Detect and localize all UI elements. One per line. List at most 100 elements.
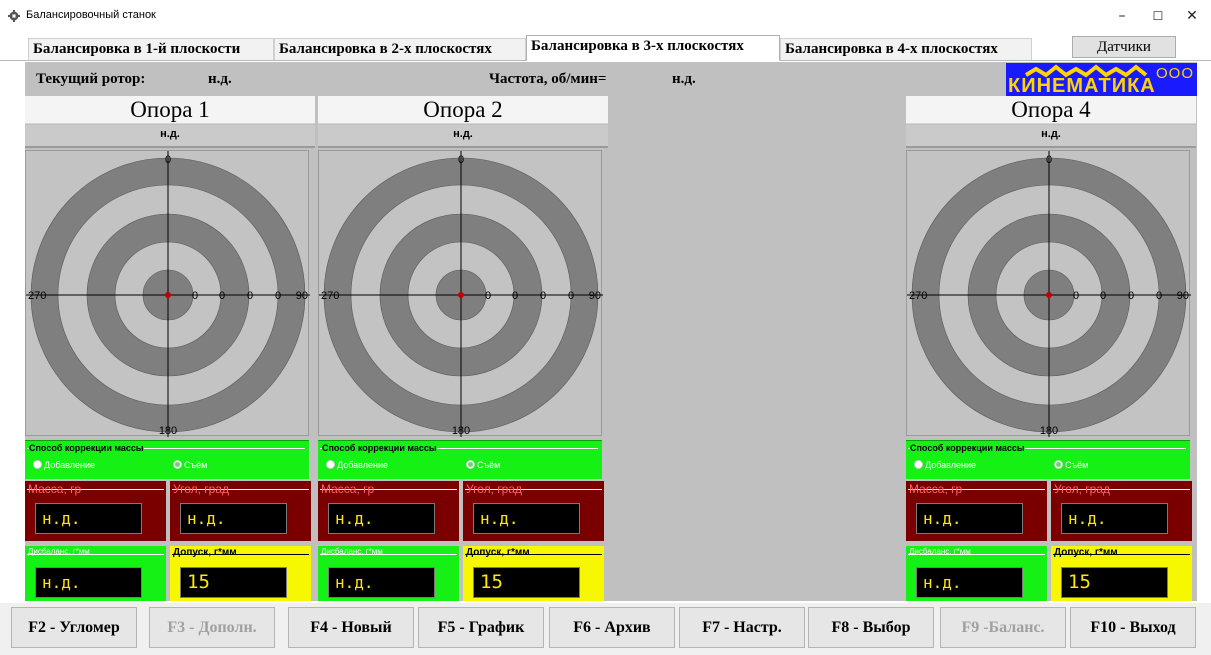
mass-box: Масса, гр н.д. <box>318 481 459 541</box>
imbalance-box: Дисбаланс, г*мм н.д. <box>906 546 1047 601</box>
correction-method-group: Способ коррекции массы Добавление Съём <box>318 440 602 479</box>
f3-additional-button[interactable]: F3 - Дополн. <box>149 607 275 648</box>
imbalance-value: н.д. <box>328 567 435 598</box>
close-icon[interactable]: ✕ <box>1174 4 1210 28</box>
f8-select-button[interactable]: F8 - Выбор <box>808 607 934 648</box>
ring-scale-label-3: 0 <box>1128 290 1134 302</box>
radio-remove-dot-icon[interactable] <box>466 460 475 469</box>
radio-add-label: Добавление <box>337 460 388 470</box>
ring-scale-label-3: 0 <box>540 290 546 302</box>
radio-add-dot-icon[interactable] <box>914 460 923 469</box>
mass-value: н.д. <box>35 503 142 534</box>
f5-graph-button[interactable]: F5 - График <box>418 607 544 648</box>
radio-add[interactable]: Добавление <box>326 460 388 470</box>
frequency-value: н.д. <box>672 71 696 87</box>
support-panel-2: Опора 2 н.д. 0 180 270 90 0 0 0 0 Способ коррек… <box>318 96 608 601</box>
radio-remove-label: Съём <box>1065 460 1089 470</box>
f6-archive-button[interactable]: F6 - Архив <box>549 607 675 648</box>
angle-label-0: 0 <box>458 154 464 166</box>
angle-label-0: 0 <box>165 154 171 166</box>
ring-scale-label-4: 0 <box>1156 290 1162 302</box>
angle-label: Угол, град <box>1054 482 1111 496</box>
mass-label: Масса, гр <box>321 482 375 496</box>
tab-3-planes[interactable]: Балансировка в 3-х плоскостях <box>526 35 780 61</box>
f9-balance-button[interactable]: F9 -Баланс. <box>940 607 1066 648</box>
mass-label: Масса, гр <box>28 482 82 496</box>
angle-label-270: 270 <box>28 290 46 302</box>
radio-remove-dot-icon[interactable] <box>173 460 182 469</box>
rotor-value: н.д. <box>208 71 232 87</box>
ring-scale-label-4: 0 <box>568 290 574 302</box>
function-key-bar: F2 - Угломер F3 - Дополн. F4 - Новый F5 … <box>0 603 1211 655</box>
tab-4-planes[interactable]: Балансировка в 4-х плоскостях <box>780 38 1032 60</box>
f10-exit-button[interactable]: F10 - Выход <box>1070 607 1196 648</box>
angle-label-90: 90 <box>1177 290 1189 302</box>
minimize-icon[interactable]: – <box>1104 4 1140 28</box>
correction-method-title: Способ коррекции массы <box>910 443 1025 453</box>
radio-remove[interactable]: Съём <box>1054 460 1088 470</box>
mass-label: Масса, гр <box>909 482 963 496</box>
angle-label-180: 180 <box>452 425 470 437</box>
ring-scale-label-2: 0 <box>219 290 225 302</box>
angle-label-90: 90 <box>589 290 601 302</box>
ring-scale-label-3: 0 <box>247 290 253 302</box>
tab-2-planes[interactable]: Балансировка в 2-х плоскостях <box>274 38 526 60</box>
ring-scale-label-1: 0 <box>192 290 198 302</box>
maximize-icon[interactable]: ☐ <box>1140 4 1176 28</box>
imbalance-label: Дисбаланс, г*мм <box>321 547 383 556</box>
angle-label-90: 90 <box>296 290 308 302</box>
center-dot-icon <box>458 292 464 298</box>
radio-remove-label: Съём <box>477 460 501 470</box>
tolerance-box: Допуск, г*мм 15 <box>170 546 311 601</box>
support-status: н.д. <box>318 125 608 148</box>
tab-strip: Балансировка в 1-й плоскости Балансировк… <box>0 33 1211 61</box>
kinematika-logo: КИНЕМАТИКА ООО <box>1006 63 1197 96</box>
radio-remove[interactable]: Съём <box>173 460 207 470</box>
f7-settings-button[interactable]: F7 - Настр. <box>679 607 805 648</box>
correction-method-title: Способ коррекции массы <box>29 443 144 453</box>
f4-new-button[interactable]: F4 - Новый <box>288 607 414 648</box>
angle-label-270: 270 <box>909 290 927 302</box>
mass-box: Масса, гр н.д. <box>906 481 1047 541</box>
sensors-button[interactable]: Датчики <box>1072 36 1176 58</box>
angle-label: Угол, град <box>173 482 230 496</box>
radio-add-dot-icon[interactable] <box>33 460 42 469</box>
tolerance-box: Допуск, г*мм 15 <box>463 546 604 601</box>
tolerance-label: Допуск, г*мм <box>173 547 237 558</box>
imbalance-box: Дисбаланс, г*мм н.д. <box>318 546 459 601</box>
center-dot-icon <box>165 292 171 298</box>
support-title: Опора 1 <box>25 96 315 124</box>
radio-add[interactable]: Добавление <box>914 460 976 470</box>
radio-remove-dot-icon[interactable] <box>1054 460 1063 469</box>
support-panel-4: Опора 4 н.д. 0 180 270 90 0 0 0 0 Способ коррек… <box>906 96 1196 601</box>
mass-box: Масса, гр н.д. <box>25 481 166 541</box>
radio-remove-label: Съём <box>184 460 208 470</box>
radio-add-label: Добавление <box>925 460 976 470</box>
rotor-label: Текущий ротор: <box>36 71 146 87</box>
angle-box: Угол, град н.д. <box>170 481 311 541</box>
radio-add[interactable]: Добавление <box>33 460 95 470</box>
imbalance-label: Дисбаланс, г*мм <box>28 547 90 556</box>
correction-method-group: Способ коррекции массы Добавление Съём <box>906 440 1190 479</box>
logo-ooo: ООО <box>1156 65 1195 82</box>
support-title: Опора 4 <box>906 96 1196 124</box>
ring-scale-label-2: 0 <box>1100 290 1106 302</box>
tolerance-input[interactable]: 15 <box>180 567 287 598</box>
gear-app-icon <box>8 10 20 22</box>
window-title: Балансировочный станок <box>26 9 156 21</box>
tolerance-input[interactable]: 15 <box>473 567 580 598</box>
polar-target-svg: 0 180 270 90 0 0 0 0 <box>319 151 603 437</box>
angle-value: н.д. <box>180 503 287 534</box>
radio-remove[interactable]: Съём <box>466 460 500 470</box>
tab-1-plane[interactable]: Балансировка в 1-й плоскости <box>28 38 274 60</box>
mass-value: н.д. <box>916 503 1023 534</box>
radio-add-dot-icon[interactable] <box>326 460 335 469</box>
angle-label-270: 270 <box>321 290 339 302</box>
imbalance-value: н.д. <box>35 567 142 598</box>
f2-goniometer-button[interactable]: F2 - Угломер <box>11 607 137 648</box>
correction-method-title: Способ коррекции массы <box>322 443 437 453</box>
mass-value: н.д. <box>328 503 435 534</box>
tolerance-input[interactable]: 15 <box>1061 567 1168 598</box>
imbalance-box: Дисбаланс, г*мм н.д. <box>25 546 166 601</box>
angle-value: н.д. <box>1061 503 1168 534</box>
